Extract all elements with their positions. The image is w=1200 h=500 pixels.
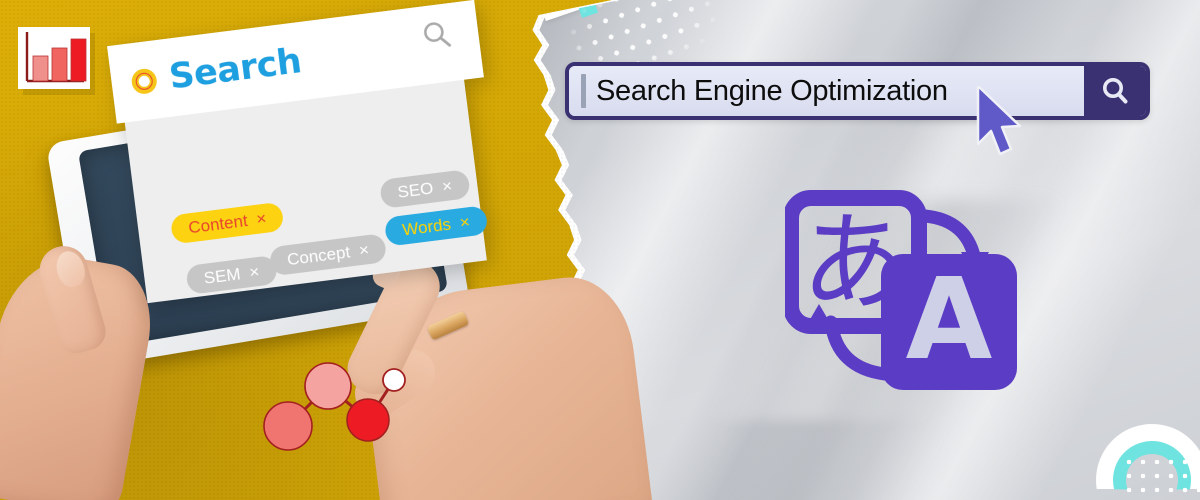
chip-label: SEO [396, 178, 435, 202]
chart-bar-2 [51, 47, 68, 82]
chip-content[interactable]: Content × [169, 201, 286, 245]
graph-node-2 [304, 362, 352, 410]
chip-label: Concept [285, 241, 352, 269]
dot-grid-bottom-right-icon [1122, 455, 1200, 500]
graph-node-4 [382, 368, 406, 392]
graph-node-3 [346, 398, 390, 442]
close-icon[interactable]: × [441, 176, 453, 196]
close-icon[interactable]: × [459, 212, 471, 232]
banner-stage: Search Engine Optimization あ A Content ×… [0, 0, 1200, 500]
chart-bar-1 [32, 55, 49, 82]
magnifier-icon[interactable] [418, 17, 456, 55]
close-icon[interactable]: × [255, 209, 267, 229]
target-glyph: A [906, 255, 993, 385]
chip-label: Content [187, 210, 249, 237]
chip-label: SEM [202, 263, 242, 288]
translate-icon: あ A [785, 190, 1017, 390]
close-icon[interactable]: × [358, 240, 370, 260]
search-input-value: Search Engine Optimization [596, 74, 948, 107]
chart-bar-3 [70, 38, 87, 82]
close-icon[interactable]: × [248, 262, 260, 282]
magnifier-icon [1103, 78, 1128, 104]
chip-sem[interactable]: SEM × [185, 254, 278, 295]
ring-logo-icon [130, 66, 159, 95]
seo-search-bar[interactable]: Search Engine Optimization [565, 62, 1150, 120]
graph-node-1 [263, 401, 313, 451]
search-panel-title: Search [166, 41, 304, 98]
chip-label: Words [401, 214, 452, 240]
chip-words[interactable]: Words × [383, 205, 489, 247]
search-suggestion-panel: Content × SEO × SEM × Concept × Words × … [107, 0, 507, 306]
bar-chart-icon [18, 27, 90, 89]
mouse-pointer-icon [976, 86, 1022, 156]
node-link-graph [263, 362, 406, 451]
search-submit-button[interactable] [1084, 66, 1146, 116]
chip-concept[interactable]: Concept × [268, 232, 388, 277]
chip-seo[interactable]: SEO × [378, 169, 471, 209]
